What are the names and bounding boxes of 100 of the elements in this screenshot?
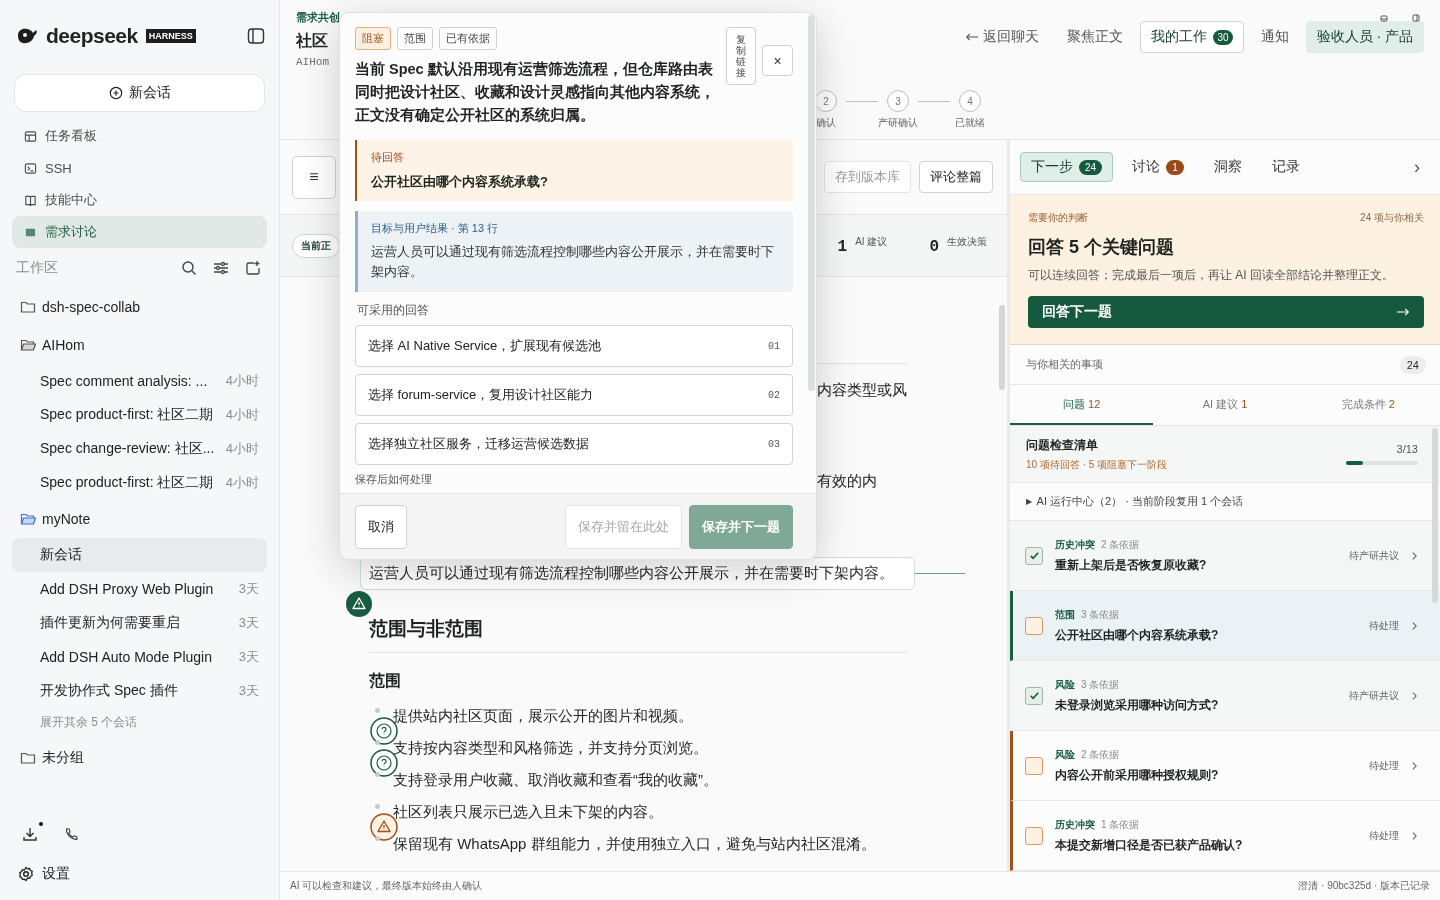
checkbox[interactable] (1025, 616, 1043, 635)
my-work-button[interactable]: 我的工作 30 (1140, 21, 1244, 53)
answer-option[interactable]: 选择独立社区服务，迁移运营候选数据 03 (355, 423, 793, 465)
count-badge: 24 (1079, 159, 1103, 175)
conversation-item[interactable]: 插件更新为何需要重启 3天 (12, 606, 267, 640)
breadcrumb[interactable]: 需求共创 (296, 10, 340, 25)
nav-item[interactable]: 任务看板 (12, 120, 267, 152)
search-icon[interactable] (181, 260, 197, 276)
issue-row[interactable]: 历史冲突 2 条依据 重新上架后是否恢复原收藏? 待产研共议 (1010, 521, 1440, 591)
whale-logo-icon (16, 27, 40, 45)
logo-badge: HARNESS (145, 29, 196, 43)
step-label: 已就绪 (955, 116, 985, 130)
issue-status: 待处理 (1369, 758, 1399, 773)
evidence-count: 2 条依据 (1101, 537, 1140, 552)
conversation-item[interactable]: Spec change-review: 社区... 4小时 (12, 432, 267, 466)
conversation-item[interactable]: Add DSH Auto Mode Plugin 3天 (12, 640, 267, 674)
list-item-text: 提供站内社区页面，展示公开的图片和视频。 (393, 706, 693, 726)
list-item-text: 支持登录用户收藏、取消收藏和查看“我的收藏”。 (393, 770, 718, 790)
panel-tab[interactable]: 讨论 1 (1121, 152, 1195, 182)
checkbox[interactable] (1025, 826, 1043, 845)
filter-icon[interactable] (213, 260, 229, 276)
scrollbar-thumb[interactable] (1432, 428, 1438, 603)
back-to-chat-link[interactable]: 返回聊天 (954, 21, 1051, 53)
sidebar-toggle-icon[interactable] (247, 27, 265, 45)
warning-marker-icon[interactable] (346, 591, 372, 617)
folder-item[interactable]: AIHom (12, 326, 267, 364)
outline-menu-button[interactable]: ≡ (292, 155, 336, 199)
tag: 阻塞 (355, 27, 391, 50)
issue-row[interactable]: 范围 3 条依据 公开社区由哪个内容系统承载? 待处理 (1010, 591, 1440, 661)
close-button[interactable]: × (762, 45, 793, 76)
subtab[interactable]: AI 建议 1 (1153, 385, 1297, 425)
issue-row[interactable]: 历史冲突 1 条依据 本提交新增口径是否已获产品确认? 待处理 (1010, 801, 1440, 871)
panel-tab[interactable]: 洞察 (1202, 152, 1253, 182)
minimize-icon[interactable] (1380, 14, 1388, 22)
logo-text: deepseek (46, 24, 138, 48)
phone-icon[interactable] (64, 827, 78, 841)
new-chat-button[interactable]: 新会话 (14, 74, 265, 112)
step-number: 3 (887, 90, 909, 112)
issue-title: 公开社区由哪个内容系统承载? (1055, 626, 1220, 644)
chevron-right-icon (1411, 550, 1418, 561)
role-button[interactable]: 验收人员 · 产品 (1305, 21, 1424, 53)
list-item-text: 保留现有 WhatsApp 群组能力，并使用独立入口，避免与站内社区混淆。 (393, 834, 876, 854)
card-eyebrow: 需要你的判断 (1028, 211, 1088, 225)
header-link[interactable]: 通知 (1249, 21, 1300, 53)
scrollbar-thumb[interactable] (808, 15, 815, 391)
conversation-item[interactable]: Spec product-first: 社区二期 4小时 (12, 466, 267, 500)
copy-link-button[interactable]: 复制链接 (726, 27, 756, 85)
card-text: 可以连续回答；完成最后一项后，再让 AI 回读全部结论并整理正文。 (1028, 267, 1395, 284)
issue-tag: 范围 (1055, 607, 1075, 622)
step-number: 2 (815, 90, 837, 112)
new-folder-icon[interactable] (245, 260, 261, 276)
checklist-title: 问题检查清单 (1026, 436, 1099, 454)
checkbox[interactable] (1025, 686, 1043, 705)
list-item-text: 支持按内容类型和风格筛选，并支持分页浏览。 (393, 738, 708, 758)
nav-item[interactable]: SSH (12, 152, 267, 184)
nav-item[interactable]: 技能中心 (12, 184, 267, 216)
current-body-chip[interactable]: 当前正 (292, 233, 340, 258)
panel-tab[interactable]: 下一步 24 (1020, 152, 1114, 182)
evidence-count: 3 条依据 (1081, 607, 1120, 622)
evidence-count: 3 条依据 (1081, 677, 1120, 692)
conversation-item[interactable]: Add DSH Proxy Web Plugin 3天 (12, 572, 267, 606)
issue-tag: 历史冲突 (1055, 537, 1095, 552)
subtab[interactable]: 完成条件 2 (1296, 385, 1440, 425)
issue-status: 待处理 (1369, 618, 1399, 633)
count-badge: 1 (1166, 159, 1184, 175)
chevron-right-icon (1411, 690, 1418, 701)
chevron-right-icon (1411, 830, 1418, 841)
answer-option[interactable]: 选择 AI Native Service，扩展现有候选池 01 (355, 325, 793, 367)
conversation-item[interactable]: Spec comment analysis: ... 4小时 (12, 364, 267, 398)
source-reference[interactable]: 目标与用户结果 · 第 13 行 (371, 221, 779, 236)
folder-item[interactable]: myNote (12, 500, 267, 538)
issue-row[interactable]: 风险 2 条依据 内容公开前采用哪种授权规则? 待处理 (1010, 731, 1440, 801)
download-icon[interactable] (22, 826, 38, 842)
comment-all-button[interactable]: 评论整篇 (919, 161, 993, 193)
conversation-item[interactable]: 新会话 (12, 538, 267, 572)
maximize-icon[interactable] (1412, 14, 1420, 22)
arrow-left-icon (965, 32, 980, 42)
answer-next-button[interactable]: 回答下一题 (1028, 296, 1424, 328)
conversation-item[interactable]: 开发协作式 Spec 插件 3天 (12, 674, 267, 708)
header-link[interactable]: 聚焦正文 (1056, 21, 1135, 53)
answer-option[interactable]: 选择 forum-service，复用设计社区能力 02 (355, 374, 793, 416)
checkbox[interactable] (1025, 756, 1043, 775)
folder-item[interactable]: 未分组 (12, 739, 267, 777)
checkbox[interactable] (1025, 546, 1043, 565)
section-heading: 范围与非范围 (369, 616, 907, 653)
more-tabs-chevron[interactable]: › (1414, 156, 1430, 178)
nav-item[interactable]: 需求讨论 (12, 216, 267, 248)
settings-icon (18, 866, 34, 882)
check-icon (1027, 689, 1041, 702)
step-label: 确认 (816, 116, 836, 130)
scrollbar-thumb[interactable] (999, 305, 1005, 390)
conversation-item[interactable]: Spec product-first: 社区二期 4小时 (12, 398, 267, 432)
cancel-button[interactable]: 取消 (355, 504, 407, 549)
settings-button[interactable]: 设置 (18, 860, 261, 888)
issue-title: 内容公开前采用哪种授权规则? (1055, 766, 1220, 784)
folder-item[interactable]: dsh-spec-collab (12, 288, 267, 326)
panel-tab[interactable]: 记录 (1260, 152, 1311, 182)
issue-tag: 风险 (1055, 747, 1075, 762)
issue-row[interactable]: 风险 3 条依据 未登录浏览采用哪种访问方式? 待产研共议 (1010, 661, 1440, 731)
stat-label: AI 建议 (855, 235, 888, 249)
